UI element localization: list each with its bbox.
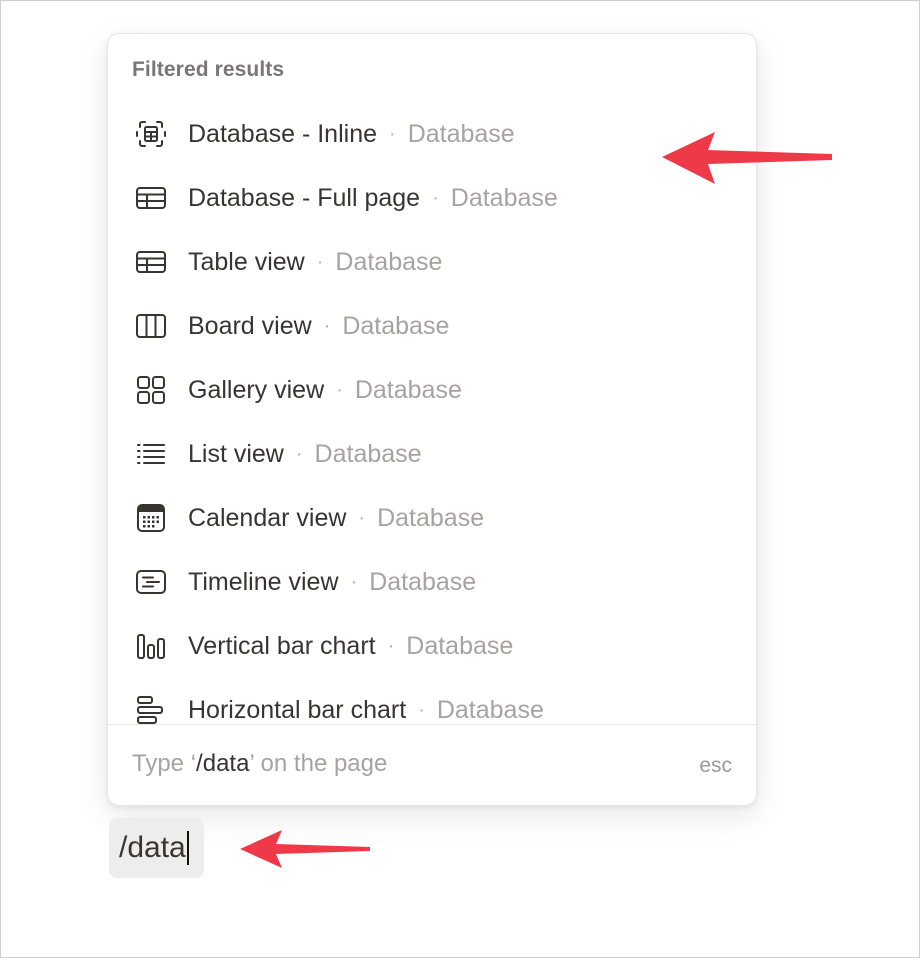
menu-item-label: Calendar view [188,503,347,532]
menu-item-category: Database [450,183,558,212]
menu-item-category: Database [335,247,443,276]
menu-item-database-inline[interactable]: Database - Inline · Database [108,102,756,166]
menu-item-label: Vertical bar chart [188,631,376,660]
input-value: /data [119,831,186,864]
text-caret [186,831,189,865]
vertical-bar-chart-icon [134,629,168,663]
footer-suffix: on the page [253,750,388,777]
menu-item-label: Gallery view [188,375,325,404]
esc-button[interactable]: esc [699,754,732,778]
table-icon [134,181,168,215]
menu-item-calendar-view[interactable]: Calendar view · Database [108,486,756,550]
horizontal-bar-chart-icon [134,693,168,724]
menu-item-label: Horizontal bar chart [188,695,407,724]
menu-item-category: Database [377,503,485,532]
separator-dot: · [432,186,439,209]
separator-dot: · [295,442,303,465]
list-icon [134,437,168,471]
menu-item-board-view[interactable]: Board view · Database [108,294,756,358]
menu-item-category: Database [369,567,477,596]
arrow-shape [240,830,370,868]
timeline-icon [134,565,168,599]
separator-dot: · [418,698,425,721]
menu-item-category: Database [342,311,450,340]
footer-prefix: Type [132,750,191,777]
slash-command-input[interactable]: /data [109,818,204,878]
separator-dot: · [316,250,324,273]
footer-hint: Type ‘/data’ on the page [132,750,387,778]
separator-dot: · [387,634,395,657]
menu-header: Filtered results [132,58,285,81]
menu-item-gallery-view[interactable]: Gallery view · Database [108,358,756,422]
separator-dot: · [323,314,331,337]
separator-dot: · [336,378,343,401]
database-inline-icon [134,117,168,151]
menu-item-timeline-view[interactable]: Timeline view · Database [108,550,756,614]
footer-command: /data [196,750,250,777]
menu-item-category: Database [354,375,462,404]
footer-divider [108,724,756,725]
arrow-shape [662,132,832,184]
separator-dot: · [350,570,358,593]
annotation-arrow-top [662,132,832,184]
menu-item-label: Board view [188,311,312,340]
board-icon [134,309,168,343]
results-list[interactable]: Database - Inline · Database Database - … [108,102,756,724]
menu-item-list-view[interactable]: List view · Database [108,422,756,486]
menu-item-horizontal-bar-chart[interactable]: Horizontal bar chart · Database [108,678,756,724]
menu-item-category: Database [407,119,515,148]
table-icon [134,245,168,279]
menu-item-label: List view [188,439,284,468]
separator-dot: · [389,122,396,145]
menu-item-database-full-page[interactable]: Database - Full page · Database [108,166,756,230]
menu-item-label: Database - Inline [188,119,378,148]
separator-dot: · [358,506,366,529]
gallery-icon [134,373,168,407]
annotation-arrow-bottom [240,830,370,868]
menu-item-category: Database [436,695,544,724]
menu-item-vertical-bar-chart[interactable]: Vertical bar chart · Database [108,614,756,678]
menu-item-label: Table view [188,247,305,276]
menu-item-table-view[interactable]: Table view · Database [108,230,756,294]
menu-item-category: Database [406,631,514,660]
menu-item-category: Database [314,439,422,468]
menu-item-label: Timeline view [188,567,339,596]
calendar-icon [134,501,168,535]
menu-item-label: Database - Full page [188,183,421,212]
